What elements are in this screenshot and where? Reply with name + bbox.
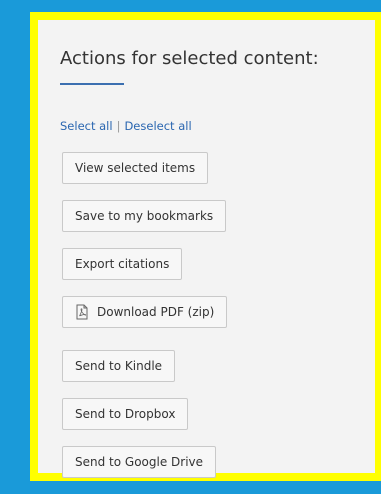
panel-title: Actions for selected content: — [60, 48, 319, 69]
save-bookmarks-label: Save to my bookmarks — [75, 209, 214, 223]
title-underline — [60, 83, 124, 85]
send-kindle-label: Send to Kindle — [75, 359, 163, 373]
separator: | — [116, 119, 121, 133]
select-controls: Select all | Deselect all — [60, 119, 192, 133]
highlight-frame: Actions for selected content: Select all… — [30, 12, 381, 481]
save-bookmarks-button[interactable]: Save to my bookmarks — [62, 200, 227, 232]
send-google-drive-label: Send to Google Drive — [75, 455, 204, 469]
select-all-link[interactable]: Select all — [60, 119, 113, 133]
export-citations-label: Export citations — [75, 257, 170, 271]
send-dropbox-label: Send to Dropbox — [75, 407, 176, 421]
send-dropbox-button[interactable]: Send to Dropbox — [62, 398, 189, 430]
export-citations-button[interactable]: Export citations — [62, 248, 183, 280]
send-kindle-button[interactable]: Send to Kindle — [62, 350, 176, 382]
background-strip — [0, 0, 12, 494]
download-pdf-button[interactable]: Download PDF (zip) — [62, 296, 228, 328]
actions-panel: Actions for selected content: Select all… — [52, 28, 375, 478]
view-selected-label: View selected items — [75, 161, 196, 175]
pdf-icon — [75, 304, 89, 320]
deselect-all-link[interactable]: Deselect all — [124, 119, 191, 133]
send-google-drive-button[interactable]: Send to Google Drive — [62, 446, 217, 478]
view-selected-button[interactable]: View selected items — [62, 152, 209, 184]
download-pdf-label: Download PDF (zip) — [97, 305, 215, 319]
